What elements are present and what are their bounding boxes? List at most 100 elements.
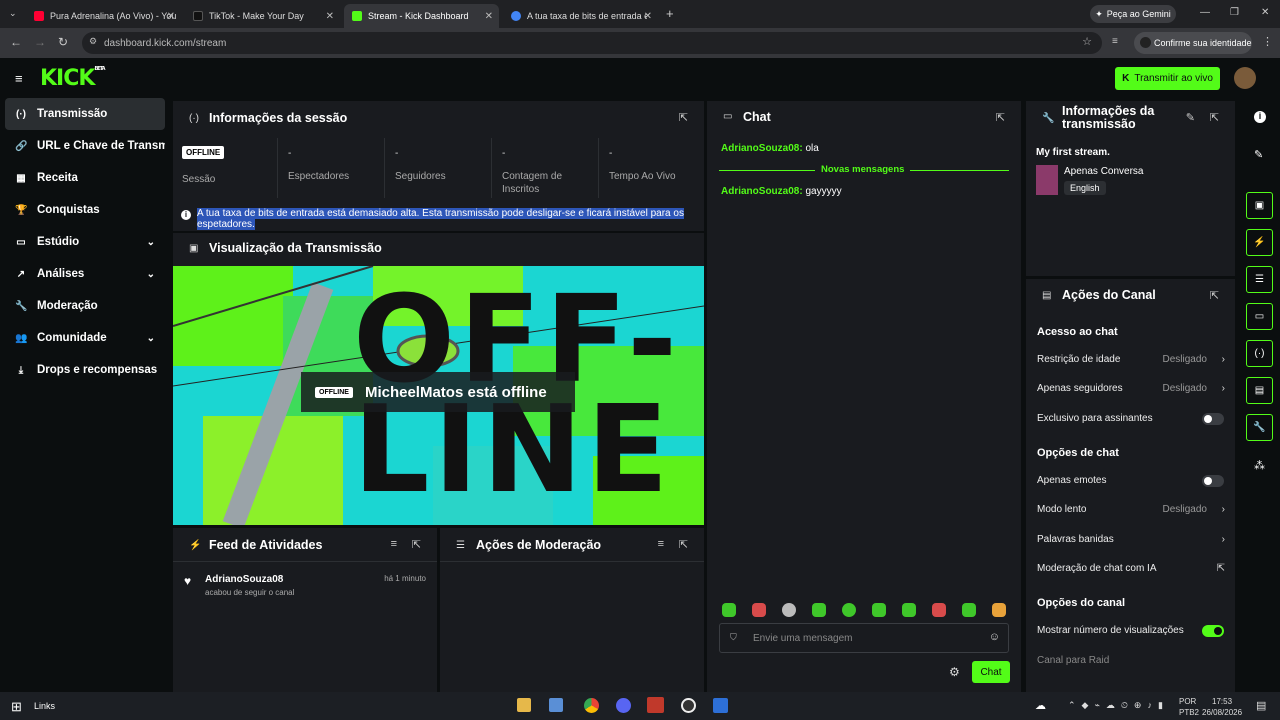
new-tab-icon[interactable]: + [666, 6, 674, 21]
popout-icon[interactable]: ⇱ [996, 111, 1005, 124]
bookmark-star-icon[interactable]: ☆ [1082, 35, 1092, 48]
file-explorer-icon[interactable] [517, 698, 531, 712]
taskbar-links[interactable]: Links [34, 701, 55, 711]
app-icon[interactable] [647, 697, 664, 713]
panel-title: Ações do Canal [1062, 288, 1156, 302]
tray-icons[interactable]: ⌃◆⌁☁⏲⊕♪▮ [1068, 700, 1169, 711]
emote-icon[interactable] [992, 603, 1006, 617]
forward-icon[interactable]: → [34, 35, 46, 49]
restore-icon[interactable]: ❐ [1230, 7, 1239, 18]
weather-icon[interactable]: ☁ [1035, 699, 1046, 712]
app-icon[interactable] [549, 698, 563, 712]
clock-time[interactable]: 17:53 [1212, 697, 1232, 706]
chat-panel-toggle[interactable]: ▭ [1246, 303, 1273, 330]
sidebar-item-estudio[interactable]: ▭ Estúdio ⌄ [5, 226, 165, 258]
notification-icon[interactable]: ▤ [1256, 699, 1266, 712]
chat-input[interactable]: ⛉ Envie uma mensagem ☺ [719, 623, 1009, 653]
filter-icon[interactable]: ≡ [391, 538, 397, 550]
edit-pencil-icon[interactable]: ✎ [1186, 111, 1195, 124]
emote-icon[interactable] [752, 603, 766, 617]
close-icon[interactable]: ✕ [167, 11, 175, 22]
tab-kick-dashboard[interactable]: Stream - Kick Dashboard ✕ [344, 4, 499, 28]
chat-username[interactable]: AdrianoSouza08: [721, 186, 803, 197]
media-icon[interactable]: ≡ [1112, 36, 1118, 47]
activity-panel-toggle[interactable]: ⚡ [1246, 229, 1273, 256]
emote-icon[interactable] [812, 603, 826, 617]
close-icon[interactable]: ✕ [485, 11, 493, 22]
app-icon[interactable] [713, 698, 728, 713]
gemini-button[interactable]: ✦ Peça ao Gemini [1090, 5, 1176, 23]
identity-button[interactable]: Confirme sua identidade [1134, 32, 1252, 54]
emoji-icon[interactable]: ☺ [989, 631, 1000, 643]
go-live-button[interactable]: K Transmitir ao vivo [1115, 67, 1220, 90]
emote-icon[interactable] [872, 603, 886, 617]
obs-icon[interactable] [681, 698, 696, 713]
tab-list-icon[interactable]: ⌄ [9, 8, 17, 19]
popout-icon[interactable]: ⇱ [679, 111, 688, 124]
slow-mode-row[interactable]: Modo lento Desligado › [1037, 504, 1227, 515]
info-icon[interactable]: i [1254, 111, 1266, 123]
feed-user[interactable]: AdrianoSouza08 [205, 574, 283, 585]
close-window-icon[interactable]: ✕ [1261, 7, 1269, 18]
sidebar-item-conquistas[interactable]: 🏆 Conquistas [5, 194, 165, 226]
reload-icon[interactable]: ↻ [58, 35, 68, 49]
sidebar-item-comunidade[interactable]: 👥 Comunidade ⌄ [5, 322, 165, 354]
popout-icon[interactable]: ⇱ [679, 538, 688, 551]
stream-category[interactable]: Apenas Conversa [1064, 166, 1144, 177]
chat-send-button[interactable]: Chat [972, 661, 1010, 683]
stream-info-panel-toggle[interactable]: 🔧 [1246, 414, 1273, 441]
subscribers-only-toggle[interactable] [1202, 412, 1224, 425]
keyboard-layout[interactable]: PTB2 [1179, 708, 1199, 717]
site-info-icon[interactable]: ⚙ [89, 36, 97, 47]
emote-icon[interactable] [722, 603, 736, 617]
windows-start-icon[interactable]: ⊞ [11, 699, 22, 715]
tab-youtube[interactable]: Pura Adrenalina (Ao Vivo) - You ✕ [26, 4, 181, 28]
moderation-panel-toggle[interactable]: ☰ [1246, 266, 1273, 293]
broadcast-panel-toggle[interactable]: (·) [1246, 340, 1273, 367]
banned-words-row[interactable]: Palavras banidas › [1037, 534, 1227, 545]
language-indicator[interactable]: POR [1179, 697, 1196, 706]
chevron-down-icon: ⌄ [146, 268, 155, 280]
sidebar-item-moderacao[interactable]: 🔧 Moderação [5, 290, 165, 322]
avatar[interactable] [1234, 67, 1256, 89]
sidebar-item-analises[interactable]: ↗ Análises ⌄ [5, 258, 165, 290]
kick-logo[interactable]: KICKBETA [40, 66, 106, 91]
clock-date[interactable]: 26/08/2026 [1202, 708, 1242, 717]
gear-icon[interactable]: ⚙ [949, 665, 960, 679]
sidebar-item-receita[interactable]: ▦ Receita [5, 162, 165, 194]
close-icon[interactable]: ✕ [644, 11, 652, 22]
chrome-icon[interactable] [584, 698, 599, 713]
age-restriction-row[interactable]: Restrição de idade Desligado › [1037, 354, 1227, 365]
minimize-icon[interactable]: — [1200, 7, 1210, 18]
hamburger-icon[interactable]: ≡ [15, 71, 23, 86]
emote-icon[interactable] [932, 603, 946, 617]
tab-google[interactable]: A tua taxa de bits de entrada e ✕ [503, 4, 658, 28]
popout-icon[interactable]: ⇱ [412, 538, 421, 551]
sidebar-item-drops[interactable]: ⤓ Drops e recompensas [5, 354, 165, 386]
close-icon[interactable]: ✕ [326, 11, 334, 22]
session-panel-toggle[interactable]: ▣ [1246, 192, 1273, 219]
show-views-toggle[interactable] [1202, 624, 1224, 637]
chat-username[interactable]: AdrianoSouza08: [721, 143, 803, 154]
popout-icon[interactable]: ⇱ [1210, 111, 1219, 124]
emote-icon[interactable] [782, 603, 796, 617]
ai-moderation-row[interactable]: Moderação de chat com IA ⇱ [1037, 563, 1227, 574]
followers-only-row[interactable]: Apenas seguidores Desligado › [1037, 383, 1227, 394]
channel-panel-toggle[interactable]: ▤ [1246, 377, 1273, 404]
sidebar-item-transmissao[interactable]: (·) Transmissão [5, 98, 165, 130]
widgets-icon[interactable]: ⁂ [1254, 459, 1265, 472]
filter-icon[interactable]: ≡ [658, 538, 664, 550]
emote-icon[interactable] [962, 603, 976, 617]
discord-icon[interactable] [616, 698, 631, 713]
menu-dots-icon[interactable]: ⋮ [1262, 35, 1273, 48]
emote-icon[interactable] [902, 603, 916, 617]
tab-tiktok[interactable]: TikTok - Make Your Day ✕ [185, 4, 340, 28]
edit-pencil-icon[interactable]: ✎ [1254, 148, 1263, 161]
emotes-only-toggle[interactable] [1202, 474, 1224, 487]
url-input[interactable]: ⚙ dashboard.kick.com/stream ☆ [82, 32, 1102, 54]
back-icon[interactable]: ← [10, 35, 22, 49]
popout-icon[interactable]: ⇱ [1210, 289, 1219, 302]
emote-icon[interactable] [842, 603, 856, 617]
sidebar-item-url-key[interactable]: 🔗 URL e Chave de Transmissão [5, 130, 165, 162]
stat-label: Seguidores [395, 171, 446, 182]
